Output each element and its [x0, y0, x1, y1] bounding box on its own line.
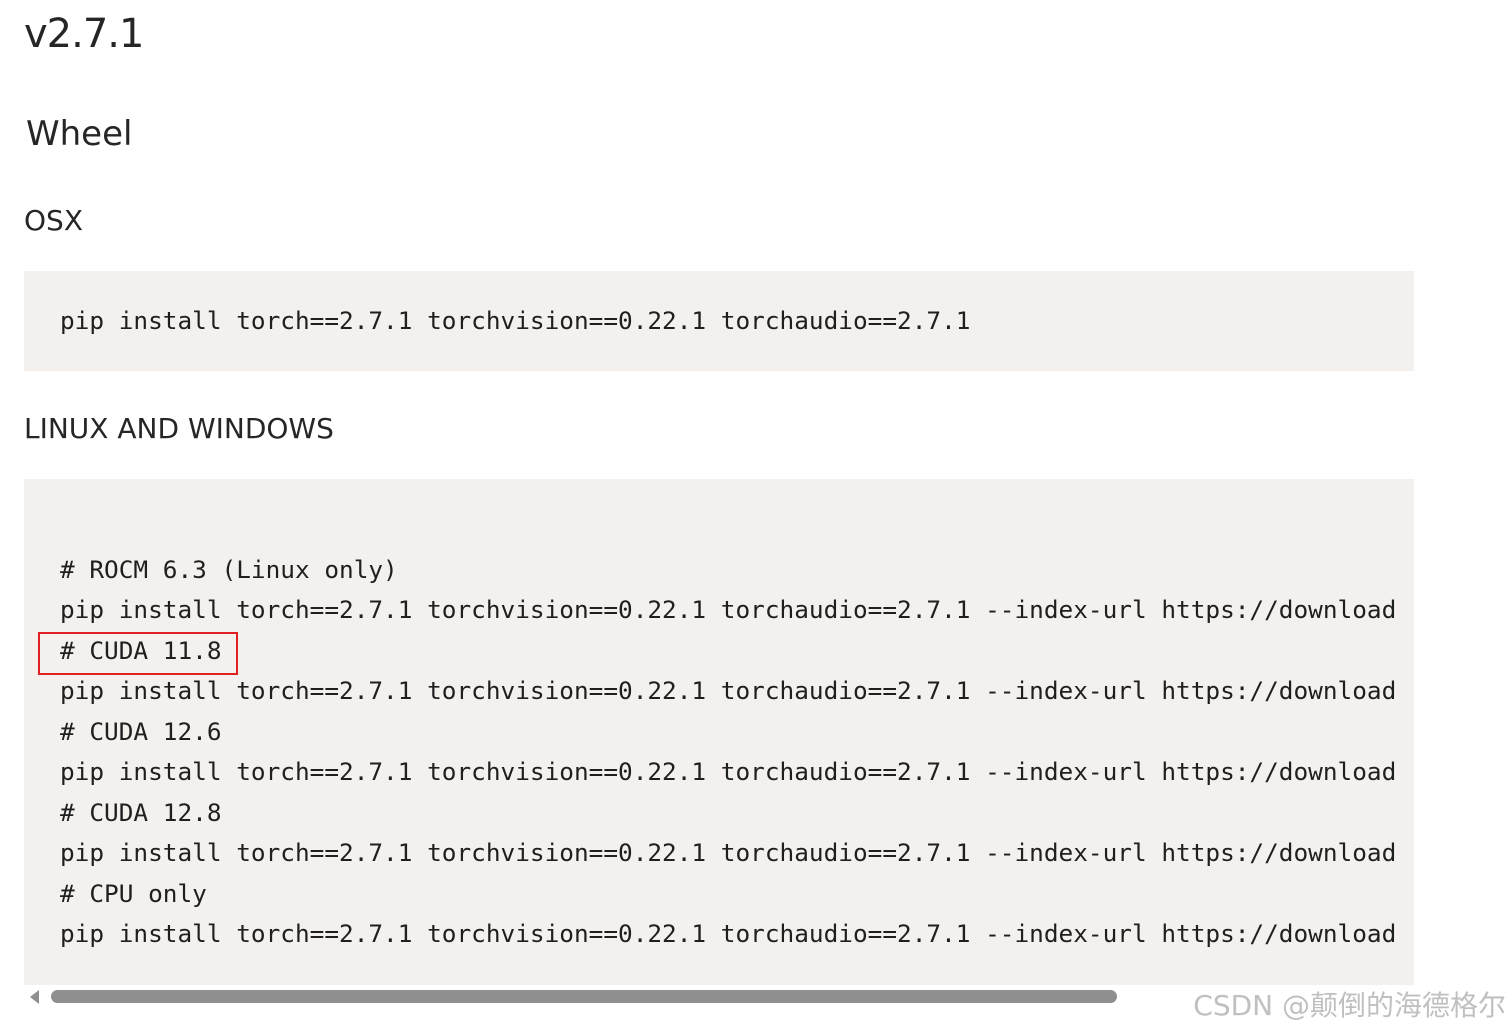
scrollbar-thumb[interactable] [51, 990, 1117, 1003]
code-line-cuda-118-install: pip install torch==2.7.1 torchvision==0.… [60, 676, 1397, 705]
cuda-118-highlight-box [38, 632, 238, 675]
version-title: v2.7.1 [24, 11, 144, 57]
code-line-cuda-128-install: pip install torch==2.7.1 torchvision==0.… [60, 838, 1397, 867]
scroll-left-arrow-icon[interactable] [30, 990, 39, 1004]
linux-windows-heading: LINUX AND WINDOWS [24, 412, 334, 445]
osx-code-block[interactable]: pip install torch==2.7.1 torchvision==0.… [24, 271, 1414, 371]
code-comment-cpu: # CPU only [60, 879, 207, 908]
code-line-cuda-126-install: pip install torch==2.7.1 torchvision==0.… [60, 757, 1397, 786]
watermark-text: CSDN @颠倒的海德格尔 [1193, 989, 1506, 1022]
osx-code-line: pip install torch==2.7.1 torchvision==0.… [60, 306, 971, 335]
code-comment-rocm: # ROCM 6.3 (Linux only) [60, 555, 398, 584]
code-comment-cuda-126: # CUDA 12.6 [60, 717, 222, 746]
osx-heading: OSX [24, 204, 83, 237]
code-line-cpu-install: pip install torch==2.7.1 torchvision==0.… [60, 919, 1397, 948]
code-comment-cuda-128: # CUDA 12.8 [60, 798, 222, 827]
wheel-heading: Wheel [26, 114, 133, 154]
linux-windows-code-block[interactable]: # ROCM 6.3 (Linux only) pip install torc… [24, 479, 1414, 985]
code-line-rocm-install: pip install torch==2.7.1 torchvision==0.… [60, 595, 1397, 624]
